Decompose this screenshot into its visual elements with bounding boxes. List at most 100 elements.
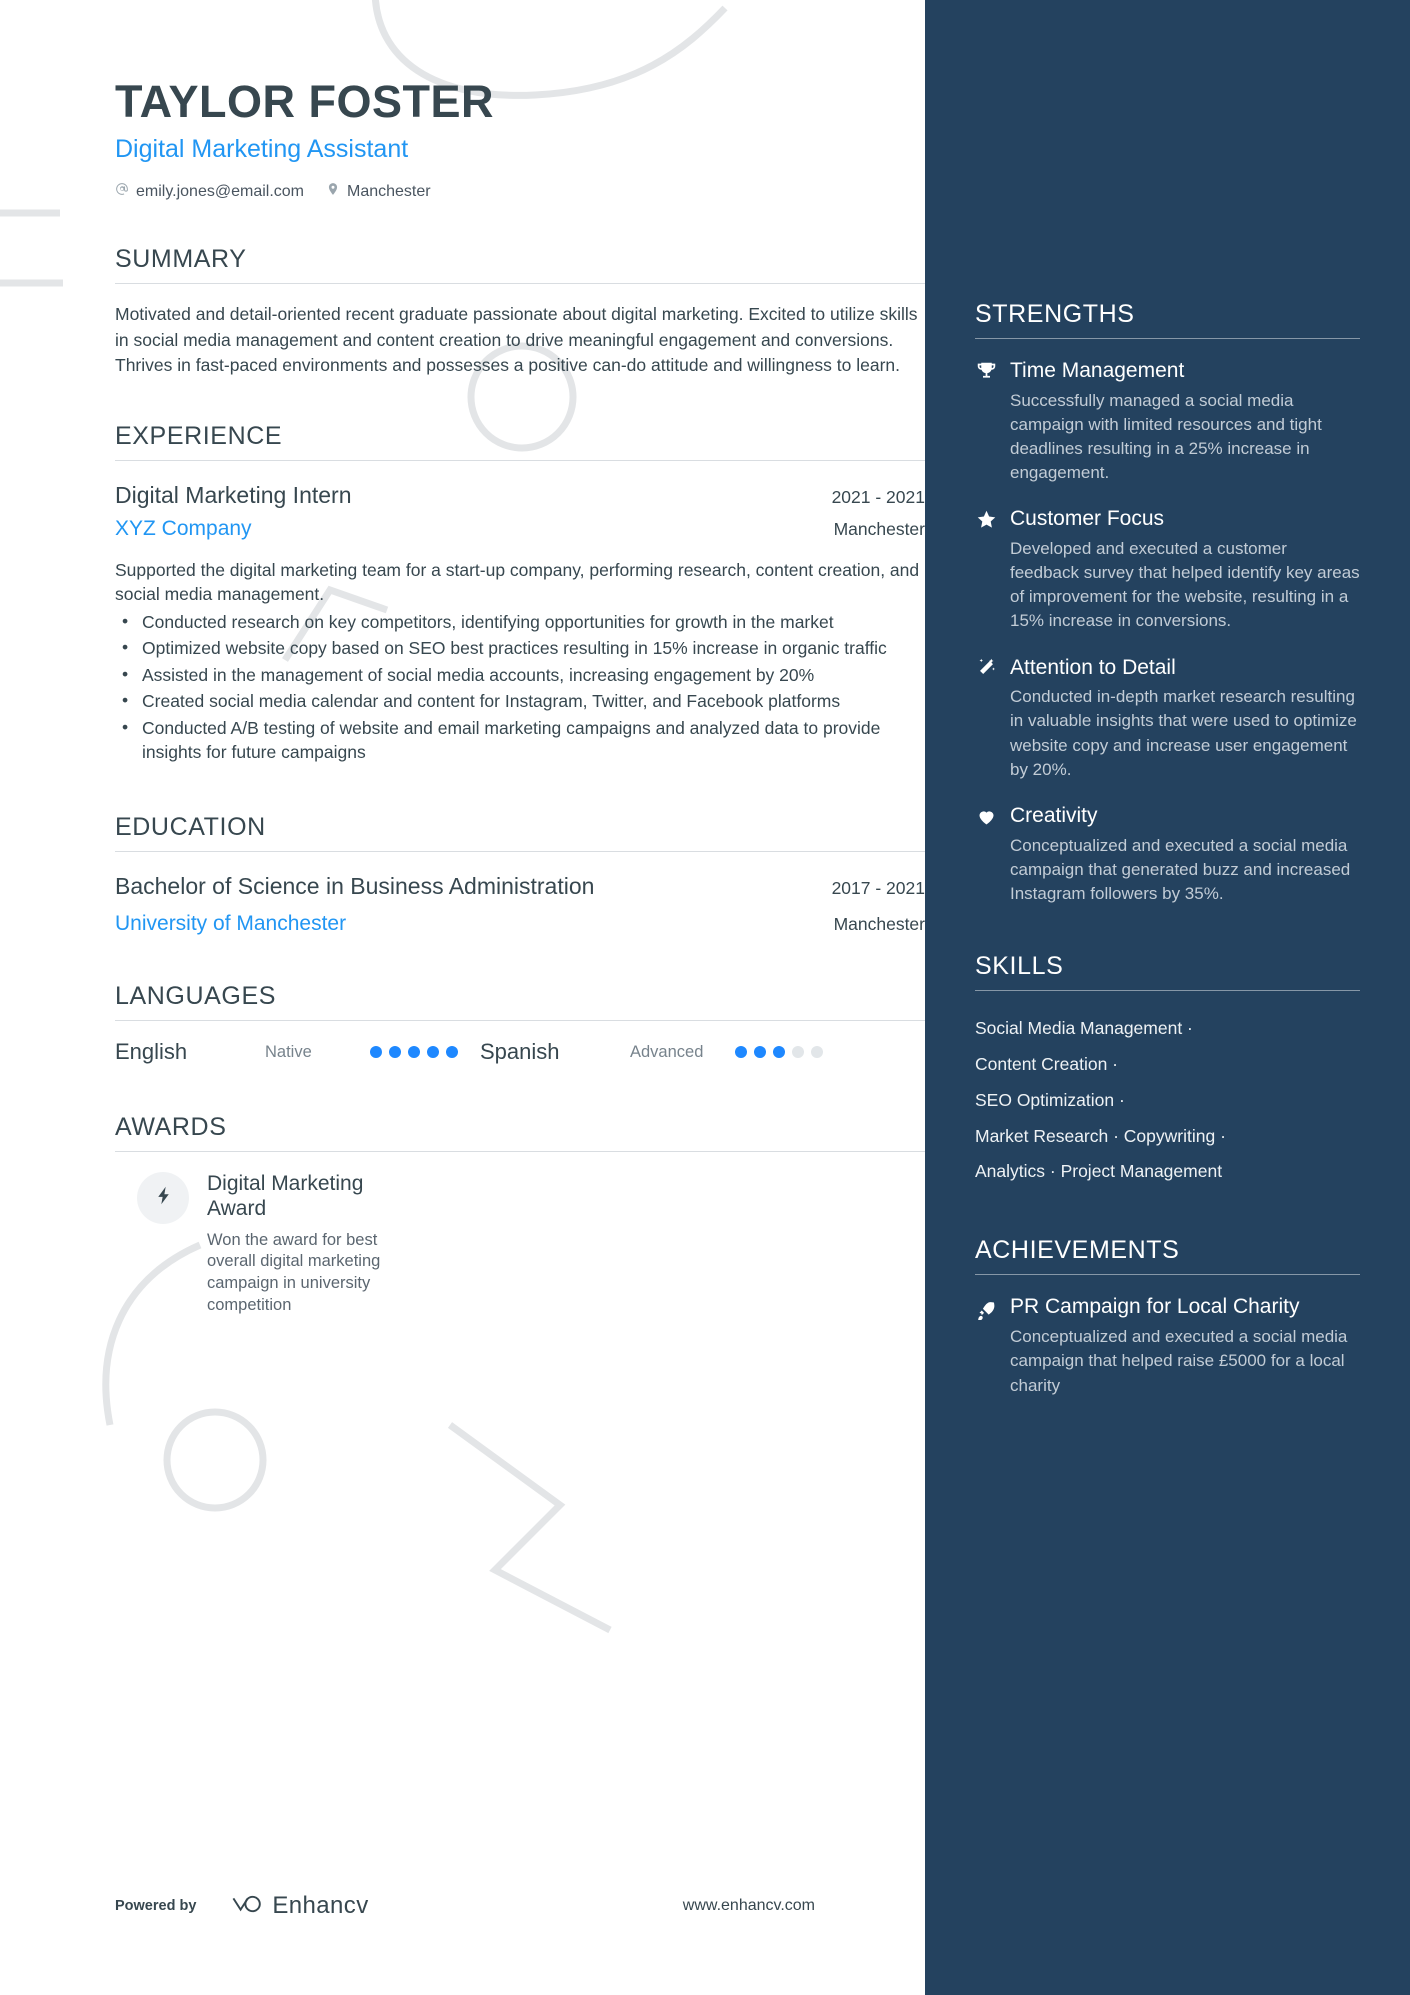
- section-title-summary: SUMMARY: [115, 245, 247, 274]
- section-title-skills: SKILLS: [975, 951, 1064, 980]
- rating-dot: [811, 1046, 823, 1059]
- strength-item-time-management: Time Management Successfully managed a s…: [975, 359, 1360, 485]
- trophy-icon: [975, 360, 997, 382]
- list-item: Optimized website copy based on SEO best…: [115, 635, 925, 661]
- magic-wand-icon: [975, 657, 997, 679]
- experience-date: 2021 - 2021: [831, 487, 925, 508]
- contact-list: emily.jones@email.com Manchester: [115, 182, 925, 201]
- skills-list: Social Media Management · Content Creati…: [975, 1011, 1360, 1190]
- star-icon: [975, 509, 997, 531]
- sidebar-section-achievements: ACHIEVEMENTS PR Campaign for Local Chari…: [975, 1236, 1360, 1397]
- rating-dot: [735, 1046, 747, 1059]
- skill-line: Content Creation ·: [975, 1053, 1118, 1074]
- section-summary: SUMMARY Motivated and detail-oriented re…: [115, 245, 925, 378]
- award-description: Won the award for best overall digital m…: [207, 1230, 381, 1315]
- education-degree: Bachelor of Science in Business Administ…: [115, 872, 595, 899]
- skill-line: SEO Optimization ·: [975, 1089, 1125, 1110]
- list-item: Created social media calendar and conten…: [115, 688, 925, 714]
- section-title-awards: AWARDS: [115, 1113, 227, 1142]
- contact-email[interactable]: emily.jones@email.com: [115, 182, 304, 201]
- rating-dot: [427, 1046, 439, 1059]
- divider: [975, 338, 1360, 339]
- language-item-english: English Native: [115, 1039, 480, 1065]
- rating-dot: [408, 1046, 420, 1059]
- contact-location: Manchester: [326, 182, 431, 201]
- section-title-experience: EXPERIENCE: [115, 422, 283, 451]
- sidebar: STRENGTHS Time Management Successfully m…: [925, 0, 1410, 1995]
- divider: [115, 460, 925, 462]
- rating-dot: [446, 1046, 458, 1059]
- website-url[interactable]: www.enhancv.com: [683, 1897, 815, 1915]
- language-item-spanish: Spanish Advanced: [480, 1039, 845, 1065]
- award-badge: [137, 1172, 189, 1225]
- education-location: Manchester: [833, 914, 925, 935]
- sidebar-section-skills: SKILLS Social Media Management · Content…: [975, 952, 1360, 1190]
- experience-entry: Digital Marketing Intern 2021 - 2021 XYZ…: [115, 481, 925, 765]
- strength-item-customer-focus: Customer Focus Developed and executed a …: [975, 507, 1360, 633]
- section-title-achievements: ACHIEVEMENTS: [975, 1236, 1180, 1265]
- brand-name: Enhancv: [272, 1892, 369, 1919]
- strength-title: Attention to Detail: [1010, 655, 1176, 679]
- language-rating-dots: [370, 1046, 480, 1059]
- languages-row: English Native Spanish Advanced: [115, 1039, 925, 1065]
- brand-logo: Enhancv: [231, 1892, 368, 1920]
- language-rating-dots: [735, 1046, 845, 1059]
- list-item: Conducted research on key competitors, i…: [115, 609, 925, 635]
- strength-title: Customer Focus: [1010, 507, 1165, 531]
- contact-email-text: emily.jones@email.com: [136, 182, 304, 200]
- section-awards: AWARDS Digital Marketing Award Won the a…: [115, 1113, 925, 1317]
- section-title-education: EDUCATION: [115, 812, 266, 841]
- experience-company[interactable]: XYZ Company: [115, 517, 252, 541]
- section-title-strengths: STRENGTHS: [975, 300, 1135, 328]
- heart-icon: [975, 805, 997, 827]
- language-level: Native: [265, 1042, 312, 1061]
- language-name: English: [115, 1039, 188, 1065]
- rating-dot: [773, 1046, 785, 1059]
- divider: [115, 1020, 925, 1022]
- at-icon: [115, 182, 129, 201]
- experience-location: Manchester: [833, 518, 925, 539]
- section-languages: LANGUAGES English Native Spanish Advance…: [115, 982, 925, 1065]
- strength-item-creativity: Creativity Conceptualized and executed a…: [975, 804, 1360, 906]
- achievement-item-pr-campaign: PR Campaign for Local Charity Conceptual…: [975, 1295, 1360, 1397]
- experience-bullets: Conducted research on key competitors, i…: [115, 609, 925, 765]
- education-school[interactable]: University of Manchester: [115, 912, 346, 936]
- contact-location-text: Manchester: [347, 182, 431, 200]
- section-education: EDUCATION Bachelor of Science in Busines…: [115, 813, 925, 937]
- divider: [975, 989, 1360, 991]
- page-title: TAYLOR FOSTER: [115, 76, 495, 127]
- section-title-languages: LANGUAGES: [115, 982, 277, 1011]
- rocket-icon: [975, 1298, 997, 1320]
- strength-description: Successfully managed a social media camp…: [1010, 390, 1322, 483]
- powered-by-label: Powered by: [115, 1898, 197, 1914]
- resume-page: TAYLOR FOSTER Digital Marketing Assistan…: [0, 0, 1410, 1995]
- experience-description: Supported the digital marketing team for…: [115, 559, 920, 605]
- enhancv-mark-icon: [231, 1893, 263, 1920]
- map-pin-icon: [326, 182, 340, 201]
- skill-line: Market Research · Copywriting ·: [975, 1125, 1226, 1146]
- strength-title: Creativity: [1010, 803, 1098, 827]
- award-title: Digital Marketing Award: [207, 1172, 364, 1220]
- language-name: Spanish: [480, 1039, 560, 1065]
- award-item: Digital Marketing Award Won the award fo…: [115, 1172, 925, 1317]
- achievement-title: PR Campaign for Local Charity: [1010, 1295, 1300, 1319]
- divider: [115, 1151, 925, 1153]
- strength-description: Conducted in-depth market research resul…: [1010, 687, 1357, 779]
- section-experience: EXPERIENCE Digital Marketing Intern 2021…: [115, 422, 925, 765]
- divider: [115, 283, 925, 285]
- main-column: TAYLOR FOSTER Digital Marketing Assistan…: [0, 0, 925, 1995]
- rating-dot: [389, 1046, 401, 1059]
- strength-description: Conceptualized and executed a social med…: [1010, 835, 1351, 903]
- rating-dot: [370, 1046, 382, 1059]
- strength-description: Developed and executed a customer feedba…: [1010, 539, 1360, 631]
- list-item: Assisted in the management of social med…: [115, 662, 925, 688]
- strength-title: Time Management: [1010, 359, 1185, 382]
- rating-dot: [754, 1046, 766, 1059]
- divider: [975, 1274, 1360, 1276]
- education-date: 2017 - 2021: [831, 877, 925, 898]
- award-body: Digital Marketing Award Won the award fo…: [207, 1172, 422, 1317]
- strength-item-attention-to-detail: Attention to Detail Conducted in-depth m…: [975, 656, 1360, 782]
- education-entry: Bachelor of Science in Business Administ…: [115, 872, 925, 937]
- sidebar-section-strengths: STRENGTHS Time Management Successfully m…: [975, 300, 1360, 906]
- job-title: Digital Marketing Assistant: [115, 135, 409, 164]
